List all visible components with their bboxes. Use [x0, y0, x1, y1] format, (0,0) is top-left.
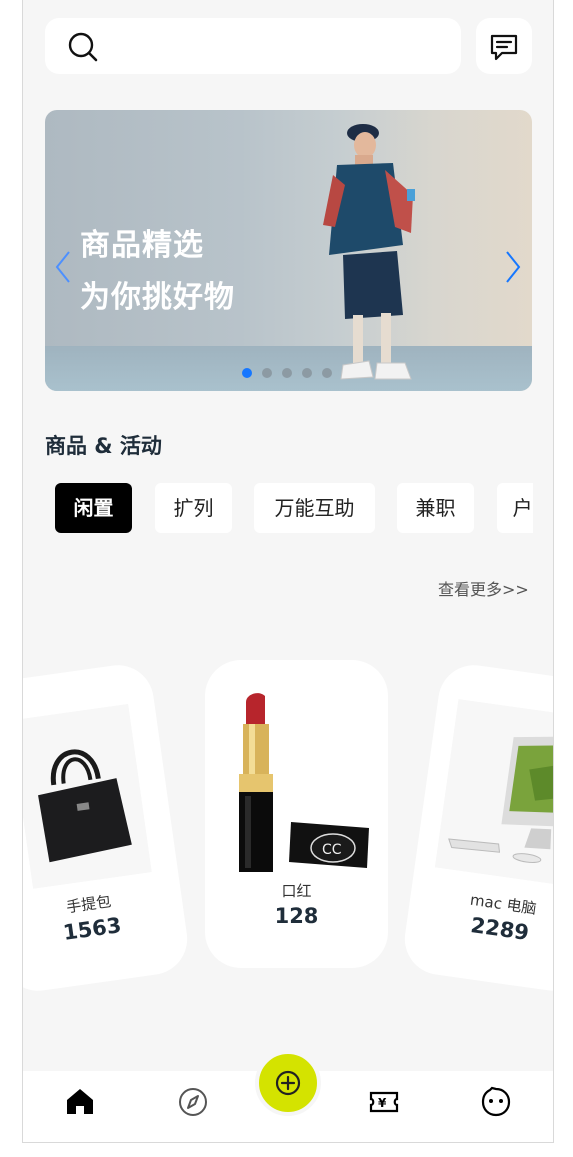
svg-text:CC: CC — [322, 842, 342, 858]
product-price: 128 — [274, 904, 319, 928]
app-screen: 商品精选 为你挑好物 商品 & 活动 闲置 扩列 万能互助 兼职 户 查看更多>… — [22, 0, 554, 1143]
compass-icon[interactable] — [177, 1086, 209, 1118]
tab-friends[interactable]: 扩列 — [155, 483, 232, 533]
product-name: 口红 — [281, 882, 312, 900]
promo-banner[interactable]: 商品精选 为你挑好物 — [45, 110, 532, 391]
product-card[interactable]: CC 口红 128 — [205, 660, 388, 968]
pagination-dot[interactable] — [282, 368, 292, 378]
handbag-image — [23, 703, 152, 889]
banner-title-line2: 为你挑好物 — [80, 280, 235, 315]
svg-text:¥: ¥ — [378, 1096, 387, 1110]
pagination-dot[interactable] — [242, 368, 252, 378]
banner-pagination — [242, 368, 332, 378]
search-icon — [68, 32, 98, 62]
section-title: 商品 & 活动 — [45, 434, 162, 458]
product-card[interactable]: mac 电脑 2289 — [400, 660, 553, 996]
pagination-dot[interactable] — [322, 368, 332, 378]
tab-more-category[interactable]: 户 — [497, 483, 533, 533]
category-tabs: 闲置 扩列 万能互助 兼职 户 — [55, 483, 533, 533]
view-more-link[interactable]: 查看更多>> — [438, 576, 529, 600]
publish-button[interactable] — [255, 1050, 321, 1116]
imac-image — [434, 699, 553, 887]
tab-part-time[interactable]: 兼职 — [397, 483, 474, 533]
pagination-dot[interactable] — [302, 368, 312, 378]
home-icon[interactable] — [65, 1086, 95, 1116]
model-figure — [323, 124, 415, 380]
pagination-dot[interactable] — [262, 368, 272, 378]
tab-mutual-help[interactable]: 万能互助 — [254, 483, 375, 533]
product-card[interactable]: 手提包 1563 — [23, 660, 192, 996]
message-button[interactable] — [476, 18, 532, 74]
next-arrow-icon[interactable] — [503, 250, 523, 284]
lipstick-image: CC — [239, 693, 369, 872]
add-icon — [275, 1070, 301, 1096]
prev-arrow-icon[interactable] — [53, 250, 73, 284]
tab-idle[interactable]: 闲置 — [55, 483, 132, 533]
chat-face-icon[interactable] — [480, 1086, 512, 1118]
message-icon — [490, 34, 518, 61]
banner-title-line1: 商品精选 — [80, 228, 204, 263]
ticket-icon[interactable]: ¥ — [368, 1086, 400, 1118]
search-bar[interactable] — [45, 18, 461, 74]
